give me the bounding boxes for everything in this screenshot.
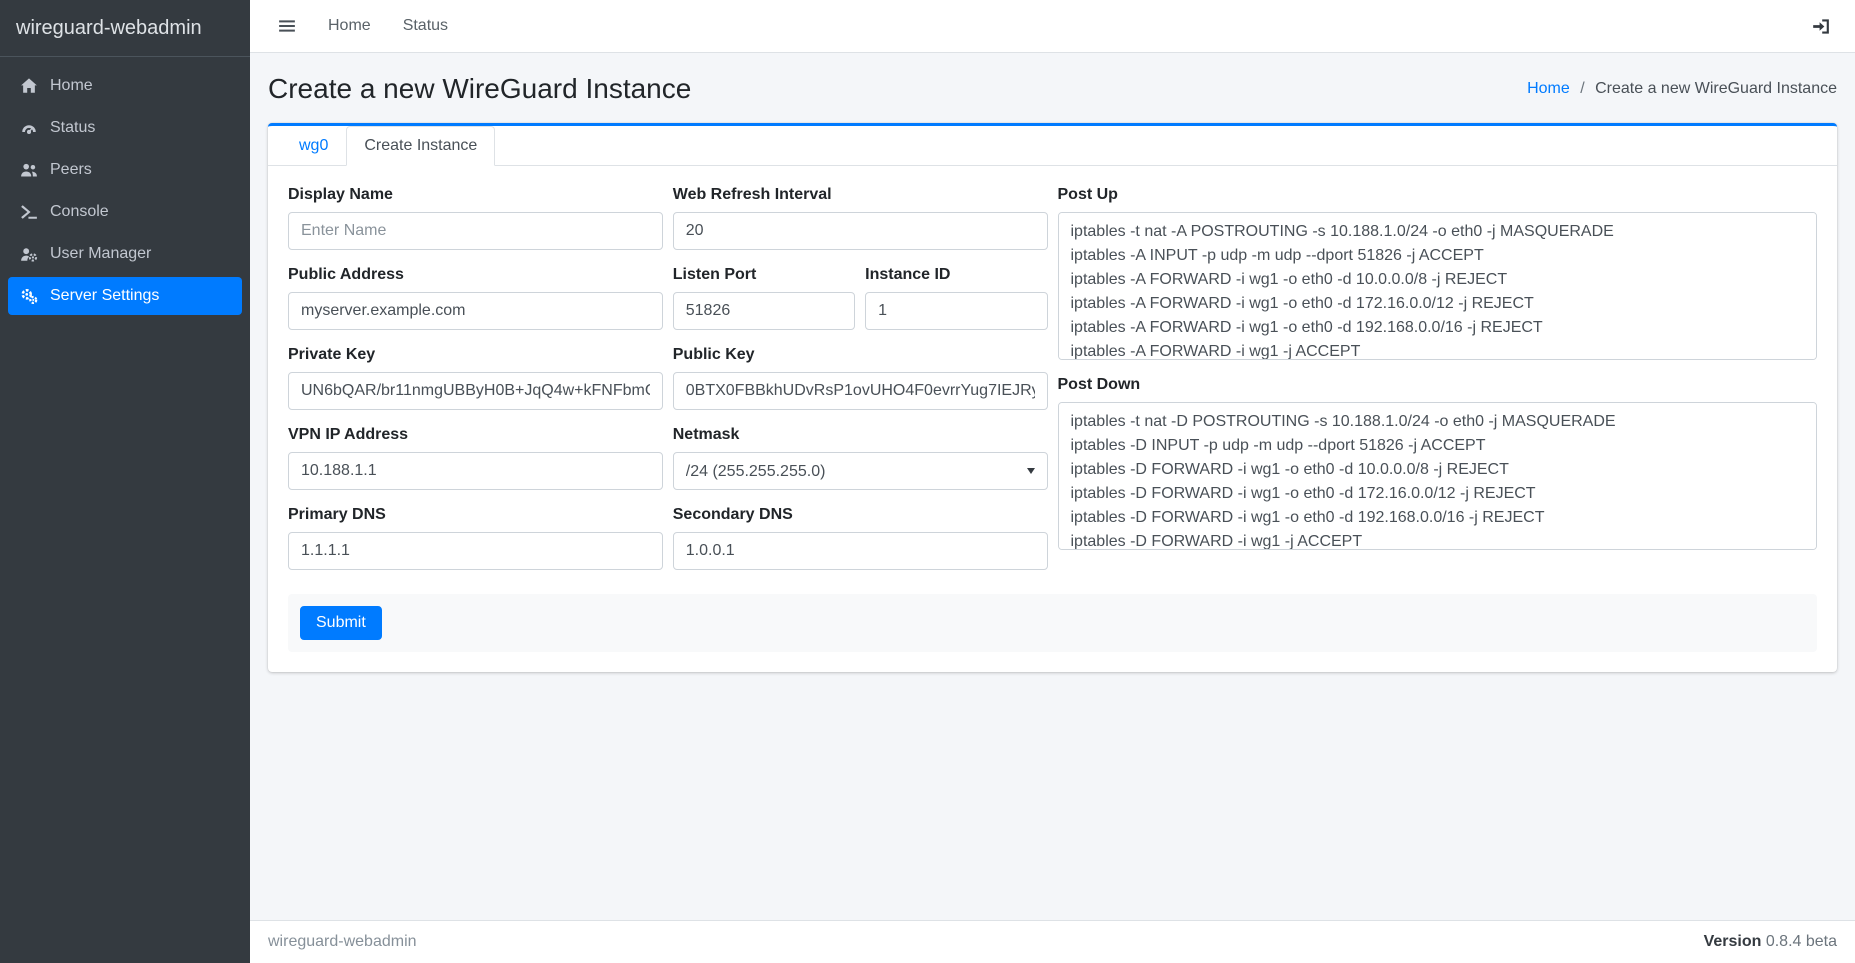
- instance-form: Display Name Public Address Private Key: [283, 186, 1822, 586]
- public-key-input[interactable]: [673, 372, 1048, 410]
- sidebar-item-peers[interactable]: Peers: [8, 151, 242, 189]
- private-key-label: Private Key: [288, 346, 375, 364]
- terminal-icon: [16, 203, 42, 221]
- gears-icon: [16, 287, 42, 305]
- secondary-dns-label: Secondary DNS: [673, 506, 793, 524]
- listen-port-input[interactable]: [673, 292, 855, 330]
- sidebar-item-server-settings[interactable]: Server Settings: [8, 277, 242, 315]
- tab-wg0[interactable]: wg0: [281, 126, 346, 166]
- instance-id-input[interactable]: [865, 292, 1047, 330]
- sidebar-nav: Home Status Peers Console User Manager: [0, 57, 250, 329]
- sidebar-item-label: Status: [50, 119, 95, 137]
- breadcrumb-separator: /: [1580, 80, 1584, 97]
- public-address-label: Public Address: [288, 266, 404, 284]
- footer-version-label: Version: [1704, 933, 1762, 950]
- sidebar-item-label: Server Settings: [50, 287, 159, 305]
- post-down-label: Post Down: [1058, 376, 1141, 394]
- primary-dns-label: Primary DNS: [288, 506, 386, 524]
- post-up-textarea[interactable]: iptables -t nat -A POSTROUTING -s 10.188…: [1058, 212, 1818, 360]
- listen-port-label: Listen Port: [673, 266, 757, 284]
- tab-create-instance[interactable]: Create Instance: [346, 126, 495, 166]
- breadcrumb-home-link[interactable]: Home: [1527, 80, 1570, 97]
- sidebar-item-label: Console: [50, 203, 109, 221]
- public-key-label: Public Key: [673, 346, 755, 364]
- netmask-label: Netmask: [673, 426, 740, 444]
- sidebar-item-status[interactable]: Status: [8, 109, 242, 147]
- brand-title[interactable]: wireguard-webadmin: [0, 0, 250, 57]
- netmask-select-wrap: /24 (255.255.255.0): [673, 452, 1048, 490]
- web-refresh-interval-input[interactable]: [673, 212, 1048, 250]
- footer-version: Version 0.8.4 beta: [1704, 933, 1837, 951]
- users-gear-icon: [16, 245, 42, 263]
- netmask-select[interactable]: /24 (255.255.255.0): [673, 452, 1048, 490]
- home-icon: [16, 77, 42, 95]
- vpn-ip-label: VPN IP Address: [288, 426, 408, 444]
- breadcrumb: Home / Create a new WireGuard Instance: [1527, 80, 1837, 98]
- topnav-link-status[interactable]: Status: [387, 9, 464, 43]
- submit-button[interactable]: Submit: [300, 606, 382, 640]
- post-down-textarea[interactable]: iptables -t nat -D POSTROUTING -s 10.188…: [1058, 402, 1818, 550]
- instance-tabs: wg0 Create Instance: [268, 126, 1837, 166]
- logout-icon[interactable]: [1806, 9, 1837, 44]
- breadcrumb-current: Create a new WireGuard Instance: [1595, 80, 1837, 97]
- instance-id-label: Instance ID: [865, 266, 950, 284]
- web-refresh-interval-label: Web Refresh Interval: [673, 186, 832, 204]
- display-name-label: Display Name: [288, 186, 393, 204]
- top-navbar: Home Status: [250, 0, 1855, 53]
- sidebar-item-console[interactable]: Console: [8, 193, 242, 231]
- menu-toggle-button[interactable]: [268, 9, 306, 43]
- sidebar: wireguard-webadmin Home Status Peers Con…: [0, 0, 250, 963]
- primary-dns-input[interactable]: [288, 532, 663, 570]
- create-instance-card: wg0 Create Instance Display Name Public …: [268, 123, 1837, 672]
- post-up-label: Post Up: [1058, 186, 1118, 204]
- form-actions: Submit: [288, 594, 1817, 652]
- page-footer: wireguard-webadmin Version 0.8.4 beta: [250, 920, 1855, 963]
- footer-brand: wireguard-webadmin: [268, 933, 417, 951]
- sidebar-item-home[interactable]: Home: [8, 67, 242, 105]
- sidebar-item-label: User Manager: [50, 245, 151, 263]
- gauge-icon: [16, 119, 42, 137]
- users-icon: [16, 161, 42, 179]
- display-name-input[interactable]: [288, 212, 663, 250]
- sidebar-item-label: Peers: [50, 161, 92, 179]
- page-title: Create a new WireGuard Instance: [268, 73, 691, 105]
- vpn-ip-input[interactable]: [288, 452, 663, 490]
- secondary-dns-input[interactable]: [673, 532, 1048, 570]
- sidebar-item-user-manager[interactable]: User Manager: [8, 235, 242, 273]
- public-address-input[interactable]: [288, 292, 663, 330]
- sidebar-item-label: Home: [50, 77, 93, 95]
- topnav-link-home[interactable]: Home: [312, 9, 387, 43]
- footer-version-value: 0.8.4 beta: [1766, 933, 1837, 950]
- private-key-input[interactable]: [288, 372, 663, 410]
